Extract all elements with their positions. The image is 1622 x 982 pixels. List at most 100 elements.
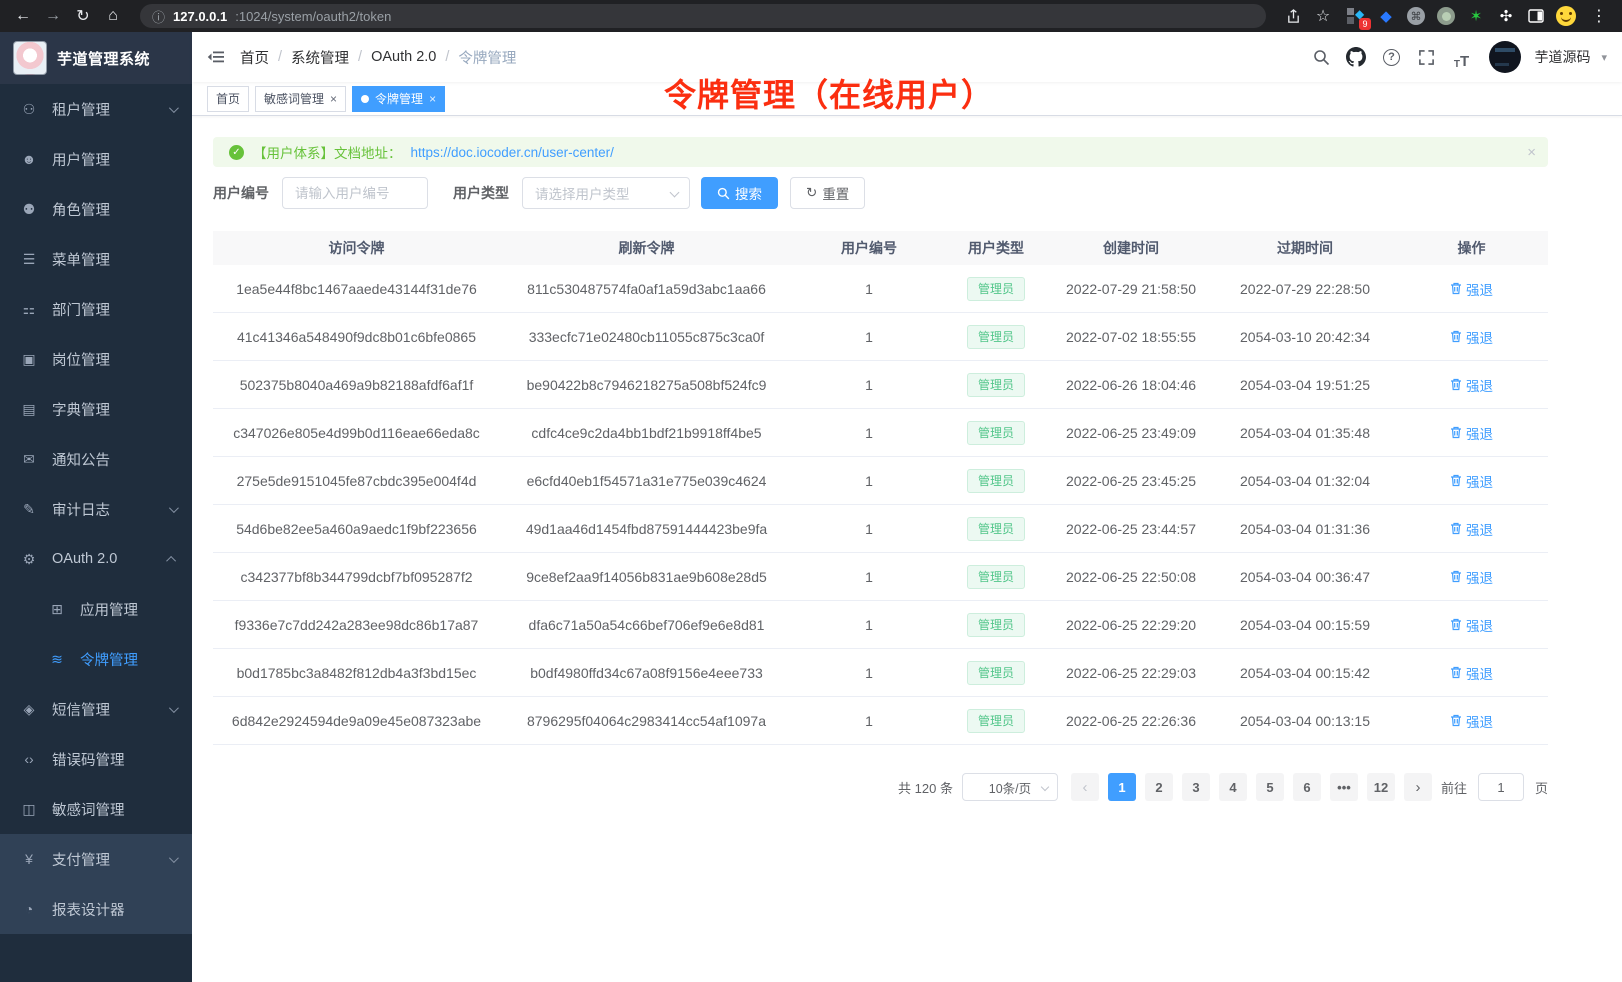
user-type-badge: 管理员 (967, 277, 1025, 301)
page-number-button[interactable]: 2 (1145, 773, 1173, 801)
page-number-button[interactable]: 5 (1256, 773, 1284, 801)
user-type-cell: 管理员 (945, 421, 1047, 445)
browser-reload-icon[interactable]: ↻ (70, 3, 96, 29)
force-logout-button[interactable]: 强退 (1450, 279, 1493, 299)
user-id-input[interactable] (282, 177, 428, 209)
breadcrumb-item[interactable]: / 系统管理 (269, 47, 349, 68)
browser-back-icon[interactable]: ← (10, 3, 36, 29)
table-row: f9336e7c7dd242a283ee98dc86b17a87 dfa6c71… (213, 601, 1548, 649)
page-number-button[interactable]: 1 (1108, 773, 1136, 801)
sidebar-item-user[interactable]: ☻ 用户管理 (0, 134, 192, 184)
sidebar-item-errorcode[interactable]: ‹› 错误码管理 (0, 734, 192, 784)
sidebar-item-notice[interactable]: ✉ 通知公告 (0, 434, 192, 484)
devtools-extension-icon[interactable]: ◆ 9 (1346, 6, 1366, 26)
expire-time-cell: 2054-03-04 00:36:47 (1215, 569, 1395, 585)
expire-time-cell: 2054-03-04 19:51:25 (1215, 377, 1395, 393)
force-logout-button[interactable]: 强退 (1450, 615, 1493, 635)
sidebar-menu: ⚇ 租户管理 ☻ 用户管理 ⚉ 角色管理 (0, 84, 192, 934)
sidebar-item-oauth[interactable]: ⚙ OAuth 2.0 (0, 534, 192, 584)
bookmark-star-icon[interactable]: ☆ (1310, 3, 1336, 29)
sidebar-item-oauth-app[interactable]: ⊞ 应用管理 (0, 584, 192, 634)
force-logout-button[interactable]: 强退 (1450, 375, 1493, 395)
page-number-button[interactable]: 12 (1367, 773, 1395, 801)
page-number-button[interactable]: ••• (1330, 773, 1358, 801)
alert-close-icon[interactable]: × (1527, 144, 1536, 161)
page-number-button[interactable]: 4 (1219, 773, 1247, 801)
site-info-icon[interactable]: ⓘ (152, 7, 165, 26)
sidebar-item-oauth-token[interactable]: ≋ 令牌管理 (0, 634, 192, 684)
page-size-select[interactable]: 10条/页 (962, 773, 1058, 801)
next-page-button[interactable]: › (1404, 773, 1432, 801)
user-type-cell: 管理员 (945, 277, 1047, 301)
force-logout-button[interactable]: 强退 (1450, 663, 1493, 683)
search-button[interactable]: 搜索 (701, 177, 778, 209)
force-logout-button[interactable]: 强退 (1450, 711, 1493, 731)
menu-item-label: 菜单管理 (52, 249, 110, 270)
reset-button[interactable]: ↻ 重置 (790, 177, 865, 209)
tag-close-icon[interactable]: × (330, 92, 337, 106)
refresh-token-cell: e6cfd40eb1f54571a31e775e039c4624 (500, 473, 793, 489)
sidebar-item-dict[interactable]: ▤ 字典管理 (0, 384, 192, 434)
breadcrumb-item[interactable]: / 令牌管理 (436, 47, 516, 68)
sidebar-item-sms[interactable]: ◈ 短信管理 (0, 684, 192, 734)
side-panel-icon[interactable] (1526, 6, 1546, 26)
select-chevron-icon (1041, 783, 1049, 791)
app-logo (13, 41, 47, 75)
github-icon[interactable] (1343, 44, 1369, 70)
profile-avatar-icon[interactable] (1556, 6, 1576, 26)
access-token-cell: 275e5de9151045fe87cbdc395e004f4d (213, 473, 500, 489)
menu-item-label: 审计日志 (52, 499, 110, 520)
tag-item[interactable]: 敏感词管理 × (255, 86, 346, 112)
font-size-icon[interactable]: TT (1448, 44, 1474, 70)
sidebar-item-role[interactable]: ⚉ 角色管理 (0, 184, 192, 234)
force-logout-button[interactable]: 强退 (1450, 519, 1493, 539)
total-count: 共 120 条 (898, 778, 953, 797)
circle-extension-icon[interactable] (1436, 6, 1456, 26)
browser-menu-icon[interactable]: ⋮ (1586, 3, 1612, 29)
menu-item-icon: ⚇ (20, 101, 38, 118)
table-row: 41c41346a548490f9dc8b01c6bfe0865 333ecfc… (213, 313, 1548, 361)
breadcrumb-item[interactable]: / 首页 (240, 47, 269, 68)
sidebar-item-sensitive[interactable]: ◫ 敏感词管理 (0, 784, 192, 834)
sidebar-item-report[interactable]: ◔ 报表设计器 (0, 884, 192, 934)
force-logout-button[interactable]: 强退 (1450, 567, 1493, 587)
tag-close-icon[interactable]: × (429, 92, 436, 106)
goto-page-input[interactable] (1478, 773, 1524, 801)
browser-forward-icon[interactable]: → (40, 3, 66, 29)
address-bar[interactable]: ⓘ 127.0.0.1:1024/system/oauth2/token (140, 4, 1266, 28)
table-row: 1ea5e44f8bc1467aaede43144f31de76 811c530… (213, 265, 1548, 313)
user-caret-down-icon[interactable]: ▾ (1601, 51, 1607, 64)
force-logout-button[interactable]: 强退 (1450, 327, 1493, 347)
sidebar-item-menu[interactable]: ☰ 菜单管理 (0, 234, 192, 284)
breadcrumb-item[interactable]: / OAuth 2.0 (349, 49, 436, 65)
force-logout-button[interactable]: 强退 (1450, 423, 1493, 443)
tag-item[interactable]: 令牌管理 × (352, 86, 445, 112)
command-extension-icon[interactable]: ⌘ (1406, 6, 1426, 26)
prev-page-button[interactable]: ‹ (1071, 773, 1099, 801)
user-avatar[interactable] (1489, 41, 1521, 73)
pinwheel-extension-icon[interactable]: ✣ (1496, 6, 1516, 26)
tag-item[interactable]: 首页 (207, 86, 249, 112)
username[interactable]: 芋道源码 (1534, 47, 1590, 67)
sidebar-item-audit[interactable]: ✎ 审计日志 (0, 484, 192, 534)
search-icon[interactable] (1308, 44, 1334, 70)
sidebar-item-pay[interactable]: ¥ 支付管理 (0, 834, 192, 884)
sidebar-fold-icon[interactable] (207, 48, 225, 66)
green-star-extension-icon[interactable]: ✶ (1466, 6, 1486, 26)
page-number-button[interactable]: 3 (1182, 773, 1210, 801)
access-token-cell: c342377bf8b344799dcbf7bf095287f2 (213, 569, 500, 585)
menu-item-icon: ⚉ (20, 201, 38, 218)
sidebar-item-dept[interactable]: ⚏ 部门管理 (0, 284, 192, 334)
force-logout-button[interactable]: 强退 (1450, 471, 1493, 491)
browser-home-icon[interactable]: ⌂ (100, 3, 126, 29)
share-icon[interactable] (1280, 3, 1306, 29)
fullscreen-icon[interactable] (1413, 44, 1439, 70)
page-number-button[interactable]: 6 (1293, 773, 1321, 801)
gem-extension-icon[interactable]: ◆ (1376, 6, 1396, 26)
user-type-select[interactable]: 请选择用户类型 (522, 177, 690, 209)
sidebar-item-post[interactable]: ▣ 岗位管理 (0, 334, 192, 384)
doc-link[interactable]: https://doc.iocoder.cn/user-center/ (411, 145, 614, 160)
sidebar-item-tenant[interactable]: ⚇ 租户管理 (0, 84, 192, 134)
chevron-down-icon (169, 853, 179, 863)
help-icon[interactable]: ? (1378, 44, 1404, 70)
